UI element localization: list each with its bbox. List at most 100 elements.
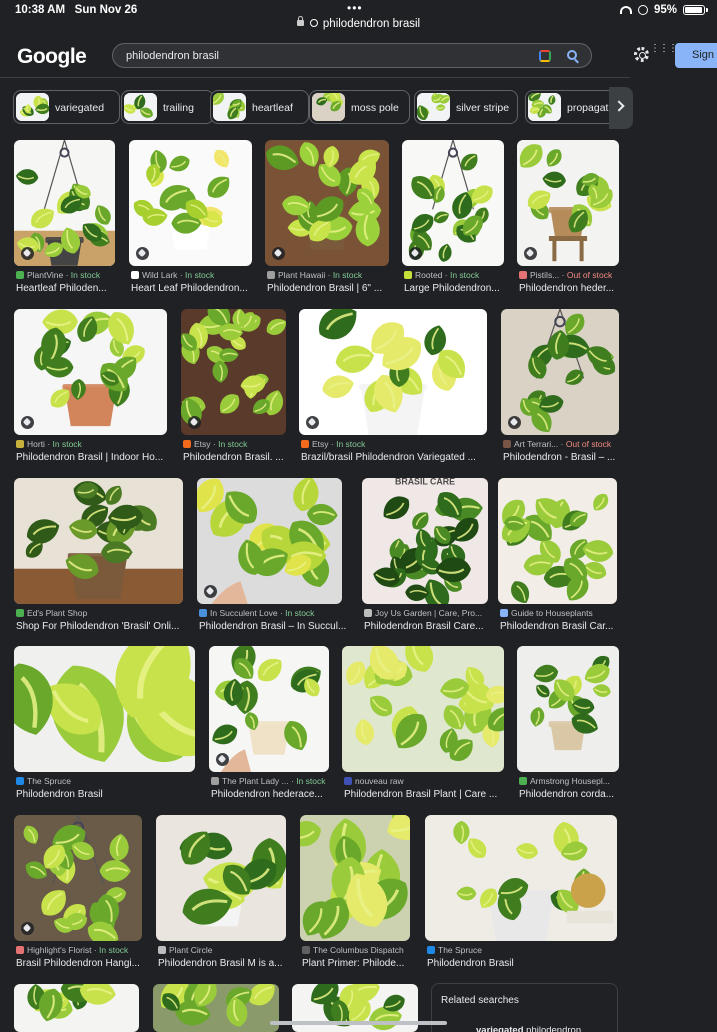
image-result[interactable]: Plant Circle Philodendron Brasil M is a..… bbox=[156, 815, 286, 977]
image-result[interactable]: Plant Hawaii · In stock Philodendron Bras… bbox=[265, 140, 389, 302]
refinement-chip[interactable]: moss pole bbox=[309, 90, 410, 124]
result-thumbnail[interactable] bbox=[402, 140, 504, 266]
result-caption[interactable]: Philodendron Brasil bbox=[427, 958, 625, 969]
result-source[interactable]: The Spruce bbox=[16, 776, 201, 786]
result-caption[interactable]: Philodendron Brasil | Indoor Ho... bbox=[16, 452, 175, 463]
result-source[interactable]: The Plant Lady ... · In stock bbox=[211, 776, 335, 786]
sign-in-button[interactable]: Sign bbox=[675, 43, 717, 68]
result-source[interactable]: In Succulent Love · In stock bbox=[199, 608, 348, 618]
result-caption[interactable]: Heartleaf Philoden... bbox=[16, 283, 123, 294]
settings-gear-icon[interactable] bbox=[634, 47, 649, 62]
result-caption[interactable]: Philodendron Brasil – In Succul... bbox=[199, 621, 350, 632]
result-caption[interactable]: Philodendron Brasil | 6" ... bbox=[267, 283, 397, 294]
multitask-dots[interactable]: ••• bbox=[347, 1, 363, 15]
image-result[interactable]: nouveau raw Philodendron Brasil Plant | C… bbox=[342, 646, 504, 808]
result-thumbnail[interactable] bbox=[181, 309, 286, 435]
result-thumbnail[interactable] bbox=[501, 309, 619, 435]
search-icon[interactable] bbox=[567, 50, 577, 60]
result-caption[interactable]: Philodendron Brasil. ... bbox=[183, 452, 294, 463]
google-apps-icon[interactable]: ⋮⋮⋮ bbox=[650, 44, 678, 59]
result-source[interactable]: nouveau raw bbox=[344, 776, 510, 786]
result-thumbnail[interactable] bbox=[197, 478, 342, 604]
image-result[interactable]: Etsy · In stock Brazil/brasil Philodendro… bbox=[299, 309, 487, 471]
image-result[interactable]: In Succulent Love · In stock Philodendron… bbox=[197, 478, 346, 640]
result-caption[interactable]: Philodendron Brasil M is a... bbox=[158, 958, 294, 969]
image-result[interactable]: The Spruce Philodendron Brasil bbox=[14, 646, 195, 808]
google-lens-icon[interactable] bbox=[539, 50, 551, 62]
image-result[interactable]: Guide to Houseplants Philodendron Brasil … bbox=[498, 478, 617, 640]
result-source[interactable]: Horti · In stock bbox=[16, 439, 173, 449]
result-thumbnail[interactable] bbox=[498, 478, 617, 604]
result-caption[interactable]: Philodendron Brasil Care... bbox=[364, 621, 496, 632]
result-thumbnail[interactable]: BRASIL CARE bbox=[362, 478, 488, 604]
image-result[interactable]: BRASIL CARE Joy Us Garden | Care, Pro... P… bbox=[362, 478, 488, 640]
search-input[interactable]: philodendron brasil bbox=[126, 50, 219, 62]
result-source[interactable]: Pistils... · Out of stock bbox=[519, 270, 625, 280]
image-result[interactable]: Highlight's Florist · In stock Brasil Phi… bbox=[14, 815, 142, 977]
image-result[interactable]: Art Terrari... · Out of stock Philodendro… bbox=[501, 309, 619, 471]
result-caption[interactable]: Plant Primer: Philode... bbox=[302, 958, 418, 969]
result-caption[interactable]: Large Philodendron... bbox=[404, 283, 512, 294]
image-result[interactable]: Wild Lark · In stock Heart Leaf Philodend… bbox=[129, 140, 252, 302]
result-caption[interactable]: Brasil Philodendron Hangi... bbox=[16, 958, 150, 969]
result-thumbnail[interactable] bbox=[425, 815, 617, 941]
refinement-chip[interactable]: heartleaf bbox=[210, 90, 309, 124]
image-result[interactable]: The Plant Lady ... · In stock Philodendro… bbox=[209, 646, 329, 808]
image-result[interactable]: Ed's Plant Shop Shop For Philodendron 'Br… bbox=[14, 478, 183, 640]
result-source[interactable]: Armstrong Housepl... bbox=[519, 776, 625, 786]
result-thumbnail[interactable] bbox=[14, 646, 195, 772]
result-thumbnail[interactable] bbox=[265, 140, 389, 266]
image-result[interactable]: The Columbus Dispatch Plant Primer: Philo… bbox=[300, 815, 410, 977]
result-source[interactable]: Etsy · In stock bbox=[301, 439, 493, 449]
search-box[interactable]: philodendron brasil bbox=[112, 43, 592, 68]
result-caption[interactable]: Philodendron corda... bbox=[519, 789, 627, 800]
address-bar[interactable]: philodendron brasil bbox=[0, 16, 717, 30]
result-source[interactable]: Guide to Houseplants bbox=[500, 608, 623, 618]
google-logo[interactable]: Google bbox=[17, 45, 87, 69]
result-source[interactable]: Rooted · In stock bbox=[404, 270, 510, 280]
image-result[interactable]: PlantVine · In stock Heartleaf Philoden..… bbox=[14, 140, 115, 302]
image-result[interactable]: Pistils... · Out of stock Philodendron he… bbox=[517, 140, 619, 302]
result-thumbnail[interactable] bbox=[209, 646, 329, 772]
result-thumbnail[interactable] bbox=[342, 646, 504, 772]
result-source[interactable]: PlantVine · In stock bbox=[16, 270, 121, 280]
result-thumbnail[interactable] bbox=[153, 984, 279, 1032]
refinement-chip[interactable]: trailing bbox=[121, 90, 214, 124]
result-thumbnail[interactable] bbox=[517, 646, 619, 772]
result-caption[interactable]: Heart Leaf Philodendron... bbox=[131, 283, 260, 294]
result-thumbnail[interactable] bbox=[14, 140, 115, 266]
result-thumbnail[interactable] bbox=[14, 815, 142, 941]
result-source[interactable]: Ed's Plant Shop bbox=[16, 608, 189, 618]
result-source[interactable]: Wild Lark · In stock bbox=[131, 270, 258, 280]
result-thumbnail[interactable] bbox=[14, 984, 139, 1032]
home-indicator[interactable] bbox=[270, 1021, 447, 1025]
result-caption[interactable]: Philodendron Brasil Car... bbox=[500, 621, 625, 632]
result-caption[interactable]: Philodendron heder... bbox=[519, 283, 627, 294]
result-caption[interactable]: Philodendron Brasil Plant | Care ... bbox=[344, 789, 512, 800]
result-thumbnail[interactable] bbox=[300, 815, 410, 941]
result-source[interactable]: Highlight's Florist · In stock bbox=[16, 945, 148, 955]
refinement-chip[interactable]: variegated bbox=[13, 90, 120, 124]
chips-scroll-button[interactable] bbox=[609, 87, 633, 129]
result-source[interactable]: The Spruce bbox=[427, 945, 623, 955]
image-result[interactable]: Armstrong Housepl... Philodendron corda..… bbox=[517, 646, 619, 808]
result-source[interactable]: Art Terrari... · Out of stock bbox=[503, 439, 625, 449]
result-caption[interactable]: Philodendron Brasil bbox=[16, 789, 203, 800]
result-thumbnail[interactable] bbox=[14, 309, 167, 435]
result-caption[interactable]: Brazil/brasil Philodendron Variegated ..… bbox=[301, 452, 495, 463]
refinement-chip[interactable]: propagat bbox=[525, 90, 619, 124]
result-source[interactable]: Plant Circle bbox=[158, 945, 292, 955]
result-thumbnail[interactable] bbox=[14, 478, 183, 604]
result-thumbnail[interactable] bbox=[129, 140, 252, 266]
result-source[interactable]: Etsy · In stock bbox=[183, 439, 292, 449]
image-result[interactable]: Etsy · In stock Philodendron Brasil. ... bbox=[181, 309, 286, 471]
result-thumbnail[interactable] bbox=[156, 815, 286, 941]
result-thumbnail[interactable] bbox=[517, 140, 619, 266]
image-result[interactable]: Rooted · In stock Large Philodendron... bbox=[402, 140, 504, 302]
image-result[interactable]: Horti · In stock Philodendron Brasil | In… bbox=[14, 309, 167, 471]
result-source[interactable]: The Columbus Dispatch bbox=[302, 945, 416, 955]
result-caption[interactable]: Philodendron - Brasil – ... bbox=[503, 452, 627, 463]
result-source[interactable]: Joy Us Garden | Care, Pro... bbox=[364, 608, 494, 618]
refinement-chip[interactable]: silver stripe bbox=[414, 90, 518, 124]
result-thumbnail[interactable] bbox=[299, 309, 487, 435]
